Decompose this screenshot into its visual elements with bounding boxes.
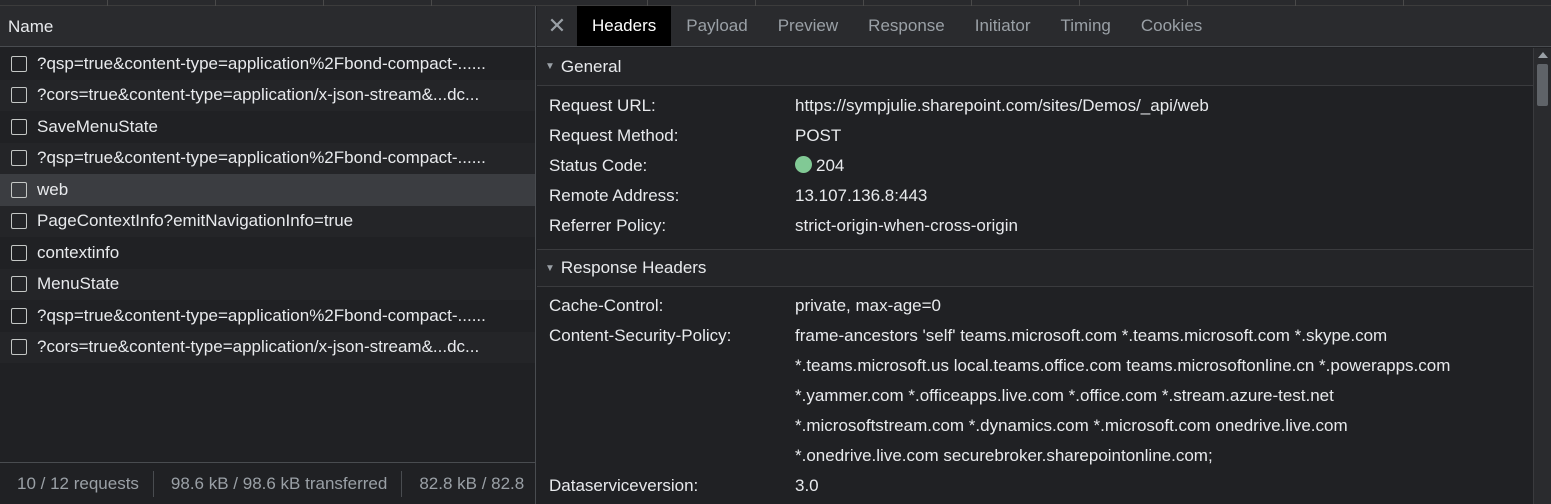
tab-label: Response (868, 16, 945, 35)
request-row[interactable]: contextinfo (0, 237, 535, 269)
name-column-header[interactable]: Name (0, 6, 535, 47)
request-name: web (37, 179, 69, 199)
tab-label: Headers (592, 16, 657, 35)
request-details-panel: ✕ Headers Payload Preview Response Initi… (537, 6, 1551, 504)
vertical-scrollbar[interactable] (1533, 48, 1551, 504)
scroll-up-arrow-icon[interactable] (1538, 52, 1548, 58)
csp-line: *.teams.microsoft.us local.teams.office.… (795, 356, 1451, 375)
request-checkbox[interactable] (11, 213, 27, 230)
header-row: Dataserviceversion: 3.0 (537, 471, 1533, 501)
tab-initiator[interactable]: Initiator (960, 6, 1046, 46)
request-checkbox[interactable] (11, 339, 27, 356)
tab-label: Cookies (1140, 16, 1203, 35)
remote-address-value: 13.107.136.8:443 (795, 186, 928, 205)
expand-triangle-icon[interactable]: ▼ (545, 61, 555, 72)
cache-control-value: private, max-age=0 (795, 296, 941, 315)
header-row: Request Method: POST (537, 121, 1533, 151)
header-row: Referrer Policy: strict-origin-when-cros… (537, 211, 1533, 241)
request-name: ?cors=true&content-type=application/x-js… (37, 85, 480, 105)
header-key: Request Method: (549, 126, 679, 145)
tab-timing[interactable]: Timing (1045, 6, 1125, 46)
status-code-value: 204 (795, 151, 1533, 181)
request-row[interactable]: PageContextInfo?emitNavigationInfo=true (0, 205, 535, 237)
close-icon[interactable]: ✕ (537, 6, 577, 46)
request-count: 10 / 12 requests (17, 473, 139, 493)
request-row[interactable]: ?qsp=true&content-type=application%2Fbon… (0, 142, 535, 174)
request-row[interactable]: ?qsp=true&content-type=application%2Fbon… (0, 300, 535, 332)
header-key: Request URL: (549, 96, 656, 115)
request-checkbox[interactable] (11, 55, 27, 72)
request-row[interactable]: ?qsp=true&content-type=application%2Fbon… (0, 48, 535, 80)
tab-cookies[interactable]: Cookies (1126, 6, 1217, 46)
header-key: Content-Security-Policy: (549, 326, 732, 345)
referrer-policy-value: strict-origin-when-cross-origin (795, 216, 1018, 235)
resources-size: 82.8 kB / 82.8 (419, 473, 525, 493)
details-tabbar: ✕ Headers Payload Preview Response Initi… (537, 6, 1551, 47)
general-section-header[interactable]: ▼ General (537, 48, 1533, 86)
request-name: contextinfo (37, 242, 120, 262)
tab-label: Initiator (974, 16, 1031, 35)
request-name: SaveMenuState (37, 116, 158, 136)
csp-line: *.yammer.com *.officeapps.live.com *.off… (795, 386, 1334, 405)
section-title: Response Headers (560, 258, 707, 277)
request-method-value: POST (795, 126, 842, 145)
response-headers-section: Cache-Control: private, max-age=0 Conten… (537, 287, 1533, 501)
header-key: Cache-Control: (549, 296, 664, 315)
header-row: Cache-Control: private, max-age=0 (537, 291, 1533, 321)
request-checkbox[interactable] (11, 181, 27, 198)
request-url-value: https://sympjulie.sharepoint.com/sites/D… (795, 96, 1209, 115)
section-title: General (560, 56, 622, 76)
tab-headers[interactable]: Headers (577, 6, 672, 46)
status-code-text: 204 (816, 156, 845, 175)
general-section: Request URL: https://sympjulie.sharepoin… (537, 86, 1533, 249)
response-headers-section-header[interactable]: ▼ Response Headers (537, 249, 1533, 287)
header-key: Status Code: (549, 156, 648, 175)
tab-label: Timing (1060, 16, 1111, 35)
csp-line: *.microsoftstream.com *.dynamics.com *.m… (795, 416, 1348, 435)
request-row[interactable]: ?cors=true&content-type=application/x-js… (0, 331, 535, 363)
request-name: MenuState (37, 274, 120, 294)
headers-content: ▼ General Request URL: https://sympjulie… (537, 48, 1533, 504)
request-row[interactable]: SaveMenuState (0, 111, 535, 143)
expand-triangle-icon[interactable]: ▼ (545, 263, 555, 274)
name-column-label: Name (8, 17, 54, 36)
tab-label: Payload (686, 16, 748, 35)
request-name: ?cors=true&content-type=application/x-js… (37, 337, 480, 357)
request-checkbox[interactable] (11, 307, 27, 324)
csp-line: *.onedrive.live.com securebroker.sharepo… (795, 446, 1213, 465)
request-row[interactable]: MenuState (0, 268, 535, 300)
request-name: ?qsp=true&content-type=application%2Fbon… (37, 148, 486, 168)
scrollbar-thumb[interactable] (1537, 64, 1548, 106)
request-checkbox[interactable] (11, 244, 27, 261)
tab-response[interactable]: Response (853, 6, 960, 46)
request-row[interactable]: ?cors=true&content-type=application/x-js… (0, 79, 535, 111)
request-checkbox[interactable] (11, 118, 27, 135)
tab-payload[interactable]: Payload (671, 6, 762, 46)
header-row: Request URL: https://sympjulie.sharepoin… (537, 91, 1533, 121)
transferred-size: 98.6 kB / 98.6 kB transferred (170, 473, 388, 493)
header-key: Dataserviceversion: (549, 476, 699, 495)
csp-line: frame-ancestors 'self' teams.microsoft.c… (795, 326, 1388, 345)
header-key: Referrer Policy: (549, 216, 667, 235)
network-status-bar: 10 / 12 requests 98.6 kB / 98.6 kB trans… (0, 462, 535, 504)
request-checkbox[interactable] (11, 150, 27, 167)
request-checkbox[interactable] (11, 276, 27, 293)
request-row-selected[interactable]: web (0, 174, 535, 206)
request-list-panel: Name ?qsp=true&content-type=application%… (0, 6, 536, 504)
request-checkbox[interactable] (11, 87, 27, 104)
header-row: Status Code: 204 (537, 151, 1533, 181)
request-name: ?qsp=true&content-type=application%2Fbon… (37, 305, 486, 325)
status-ok-dot-icon (795, 156, 812, 173)
request-list: ?qsp=true&content-type=application%2Fbon… (0, 48, 535, 363)
csp-value: frame-ancestors 'self' teams.microsoft.c… (795, 321, 1533, 471)
request-name: PageContextInfo?emitNavigationInfo=true (37, 211, 354, 231)
header-key: Remote Address: (549, 186, 680, 205)
tab-label: Preview (777, 16, 839, 35)
tab-preview[interactable]: Preview (763, 6, 853, 46)
header-row: Content-Security-Policy: frame-ancestors… (537, 321, 1533, 471)
request-name: ?qsp=true&content-type=application%2Fbon… (37, 53, 486, 73)
dataservice-value: 3.0 (795, 476, 819, 495)
header-row: Remote Address: 13.107.136.8:443 (537, 181, 1533, 211)
